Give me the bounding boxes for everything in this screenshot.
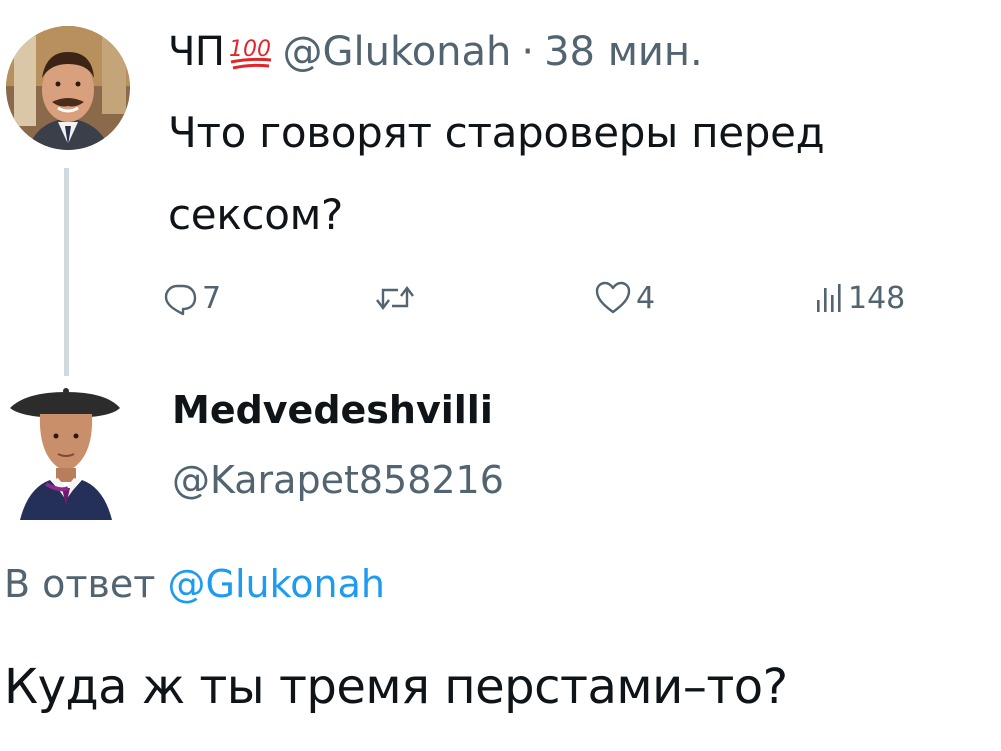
thread-connector-line (64, 168, 69, 376)
views-count: 148 (848, 280, 906, 316)
like-button[interactable]: 4 (594, 268, 655, 328)
author-name[interactable]: ЧП (168, 22, 225, 82)
replying-to-line: В ответ @Glukonah (4, 556, 385, 612)
retweet-button[interactable] (374, 268, 420, 328)
replying-to-mention-link[interactable]: @Glukonah (168, 562, 385, 606)
retweet-icon (374, 280, 416, 316)
views-button[interactable]: 148 (814, 268, 905, 328)
author-handle[interactable]: @Glukonah (283, 22, 512, 82)
tweet-text: Что говорят староверы перед сексом? (168, 108, 825, 239)
author-avatar[interactable] (6, 26, 130, 150)
replying-to-label: В ответ (4, 562, 156, 606)
tweet-timestamp[interactable]: 38 мин. (544, 22, 703, 82)
heart-icon (594, 280, 632, 316)
reply-author-name[interactable]: Medvedeshvilli (172, 384, 493, 436)
avatar-photo (10, 388, 120, 520)
header-separator: · (521, 29, 535, 75)
reply-icon (162, 280, 198, 316)
reply-author-handle[interactable]: @Karapet858216 (172, 452, 504, 508)
analytics-icon (814, 280, 844, 316)
tweet-actions-bar: 7 4 148 (162, 268, 952, 328)
reply-text: Куда ж ты тремя перстами–то? (4, 659, 788, 715)
hundred-points-icon: 100 (229, 30, 273, 74)
like-count: 4 (636, 280, 656, 316)
avatar-photo (6, 26, 130, 150)
tweet-header: ЧП 100 @Glukonah · 38 мин. (168, 22, 703, 82)
reply-count: 7 (202, 280, 222, 316)
reply-author-avatar[interactable] (6, 388, 124, 520)
reply-button[interactable]: 7 (162, 268, 221, 328)
